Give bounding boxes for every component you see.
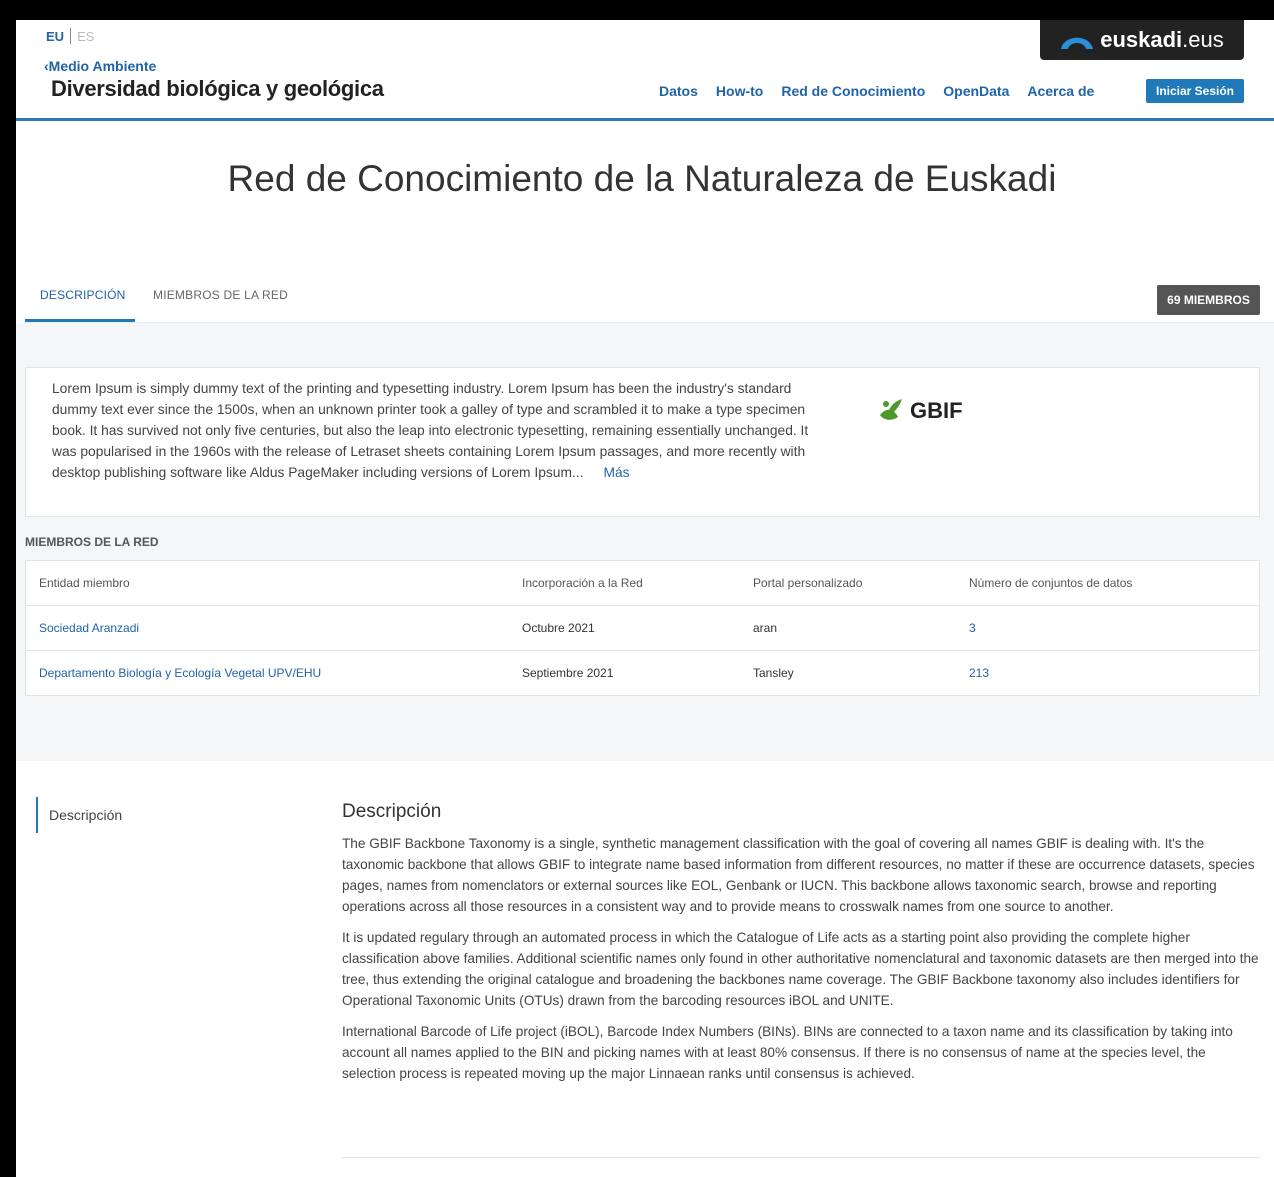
page-title: Red de Conocimiento de la Naturaleza de … (227, 158, 1057, 199)
summary-section: Lorem Ipsum is simply dummy text of the … (16, 323, 1274, 761)
table-header-row: Entidad miembro Incorporación a la Red P… (26, 561, 1259, 606)
content-paragraph: International Barcode of Life project (i… (342, 1024, 1233, 1081)
lang-es[interactable]: ES (77, 29, 94, 44)
gbif-logo-text: GBIF (910, 398, 963, 423)
custom-portal: aran (753, 621, 778, 635)
members-table: Entidad miembro Incorporación a la Red P… (25, 560, 1260, 696)
content-paragraph: The GBIF Backbone Taxonomy is a single, … (342, 836, 1255, 914)
site-title: Diversidad biológica y geológica (51, 76, 384, 101)
custom-portal: Tansley (753, 666, 794, 680)
column-header: Incorporación a la Red (522, 576, 643, 590)
tab-bar: DESCRIPCIÓN MIEMBROS DE LA RED (25, 282, 1274, 323)
site-header: EU ES euskadi .eus ‹Medio Ambiente Divers… (16, 20, 1274, 121)
arch-icon (1061, 37, 1094, 49)
nav-red-de-conocimiento[interactable]: Red de Conocimiento (781, 83, 925, 99)
table-row: Departamento Biología y Ecología Vegetal… (26, 651, 1259, 695)
description-card: Lorem Ipsum is simply dummy text of the … (25, 367, 1260, 517)
nav-how-to[interactable]: How-to (716, 83, 763, 99)
back-link-label: Medio Ambiente (48, 58, 157, 74)
content-paragraph: It is updated regulary through an automa… (342, 930, 1259, 1008)
nav-opendata[interactable]: OpenData (943, 83, 1009, 99)
back-link[interactable]: ‹Medio Ambiente (44, 58, 156, 74)
column-header: Portal personalizado (753, 576, 863, 590)
member-name-link[interactable]: Sociedad Aranzadi (26, 621, 522, 635)
members-count-badge[interactable]: 69 MIEMBROS (1157, 285, 1260, 315)
gbif-leaf-icon (880, 399, 902, 420)
more-link[interactable]: Más (603, 465, 629, 480)
tab-miembros[interactable]: MIEMBROS DE LA RED (153, 288, 288, 302)
brand-name: euskadi (1100, 27, 1183, 52)
euskadi-logo[interactable]: euskadi .eus (1040, 20, 1244, 60)
dataset-count-link[interactable]: 213 (969, 666, 1259, 680)
nav-datos[interactable]: Datos (659, 83, 698, 99)
active-tab-indicator (25, 319, 135, 322)
divider (342, 1157, 1260, 1158)
brand-suffix: .eus (1182, 27, 1224, 52)
main-nav: Datos How-to Red de Conocimiento OpenDat… (659, 83, 1094, 99)
lang-divider (70, 28, 72, 44)
content-heading: Descripción (342, 801, 442, 822)
members-heading: MIEMBROS DE LA RED (25, 535, 159, 549)
description-text: Lorem Ipsum is simply dummy text of the … (52, 378, 832, 483)
gbif-logo: GBIF (876, 395, 963, 427)
member-name-link[interactable]: Departamento Biología y Ecología Vegetal… (26, 666, 522, 680)
page: EU ES euskadi .eus ‹Medio Ambiente Divers… (16, 20, 1274, 1177)
join-date: Octubre 2021 (522, 621, 595, 635)
dataset-count-link[interactable]: 3 (969, 621, 1259, 635)
column-header: Entidad miembro (39, 576, 130, 590)
join-date: Septiembre 2021 (522, 666, 614, 680)
column-header: Número de conjuntos de datos (969, 576, 1133, 590)
side-nav-descripcion[interactable]: Descripción (36, 797, 122, 833)
nav-acerca-de[interactable]: Acerca de (1027, 83, 1094, 99)
description-body: Lorem Ipsum is simply dummy text of the … (52, 381, 809, 480)
language-switcher: EU ES (46, 28, 94, 44)
table-row: Sociedad Aranzadi Octubre 2021 aran 3 (26, 606, 1259, 651)
tab-descripcion[interactable]: DESCRIPCIÓN (40, 288, 126, 302)
content-area: Descripción The GBIF Backbone Taxonomy i… (342, 801, 1262, 1094)
login-button[interactable]: Iniciar Sesión (1146, 79, 1244, 103)
lang-eu[interactable]: EU (46, 29, 64, 44)
